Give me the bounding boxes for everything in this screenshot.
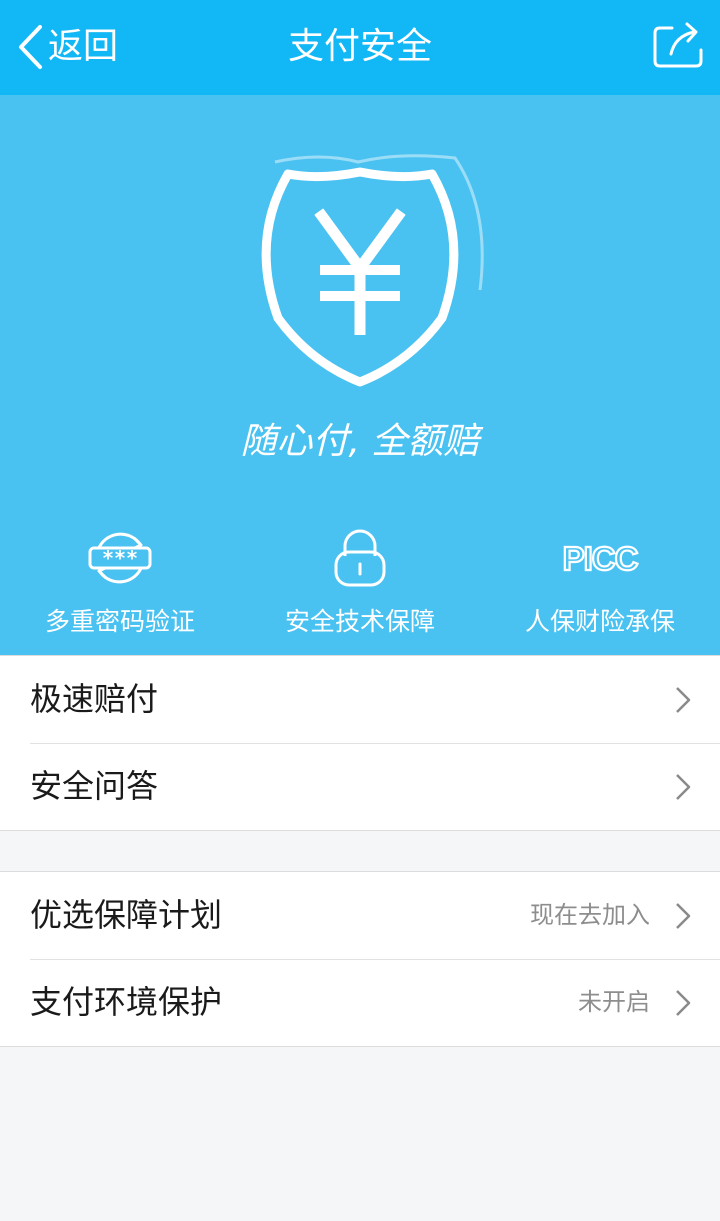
picc-logo: PICC [560,538,640,582]
password-refresh-icon: *** [88,528,152,592]
slogan: 随心付, 全额赔 [240,421,480,462]
list-item-label: 优选保障计划 [30,896,223,934]
feature-label: 安全技术保障 [284,607,435,636]
share-icon [652,22,706,74]
settings-group-claims: 极速赔付 安全问答 [0,655,720,831]
security-banner: 随心付, 全额赔 *** 多重密码验证 安全技术保障 PICC 人保财险承保 [0,95,720,655]
feature-label: 人保财险承保 [524,607,675,636]
settings-group-protection: 优选保障计划 现在去加入 支付环境保护 未开启 [0,871,720,1047]
feature-label: 多重密码验证 [44,607,195,636]
yen-shield-icon [240,150,495,390]
share-button[interactable] [652,20,706,70]
page-title: 支付安全 [287,26,432,67]
list-item-label: 支付环境保护 [30,983,223,1021]
list-item-label: 极速赔付 [30,680,159,718]
chevron-right-icon [674,988,692,1018]
svg-text:PICC: PICC [563,540,638,577]
list-item-value: 未开启 [578,988,650,1016]
list-item-label: 安全问答 [30,767,159,805]
list-item-value: 现在去加入 [530,901,650,929]
chevron-right-icon [674,901,692,931]
list-item-security-qa[interactable]: 安全问答 [0,743,720,830]
list-item-payment-environment[interactable]: 支付环境保护 未开启 [0,959,720,1046]
feature-picc-insurance: PICC 人保财险承保 [480,527,720,637]
chevron-right-icon [674,772,692,802]
nav-bar: 返回 支付安全 [0,0,720,95]
list-item-protection-plan[interactable]: 优选保障计划 现在去加入 [0,872,720,959]
svg-text:***: *** [102,546,138,570]
chevron-right-icon [674,685,692,715]
lock-icon [333,528,387,592]
feature-multi-password: *** 多重密码验证 [0,527,240,637]
list-item-fast-payout[interactable]: 极速赔付 [0,656,720,743]
feature-security-tech: 安全技术保障 [240,527,480,637]
